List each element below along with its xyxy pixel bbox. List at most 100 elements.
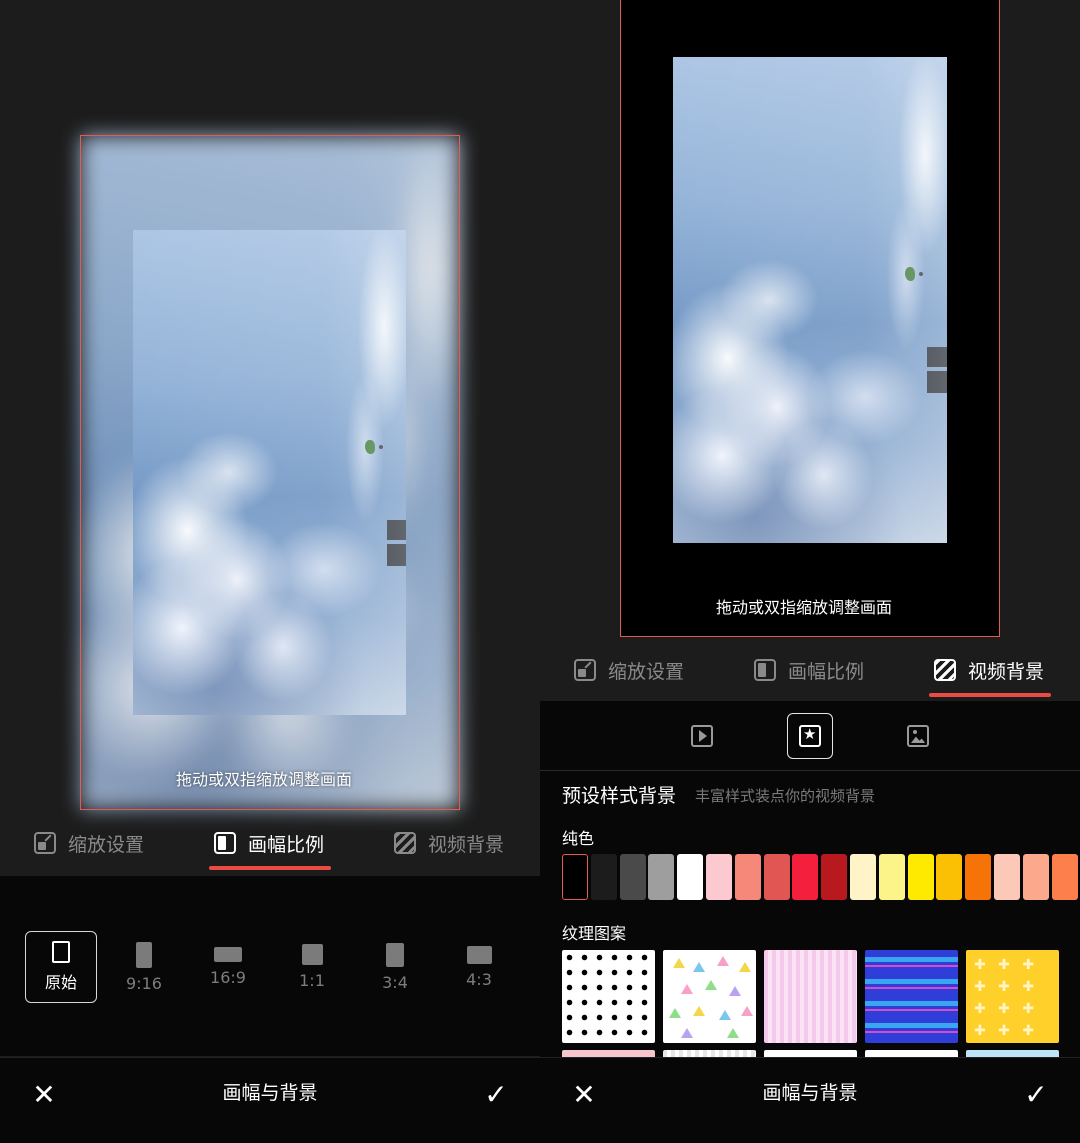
preset-title: 预设样式背景 — [562, 785, 677, 807]
ratio-label: 1:1 — [299, 971, 325, 990]
panel-title: 画幅与背景 — [222, 1082, 318, 1104]
triangle-shape — [741, 1006, 753, 1016]
color-swatch[interactable] — [734, 854, 761, 900]
color-swatch[interactable] — [590, 854, 617, 900]
texture-pink-stripes[interactable] — [764, 950, 857, 1043]
triangle-shape — [681, 984, 693, 994]
left-screen: 拖动或双指缩放调整画面 缩放设置 画幅比例 视频背景 原始 9:16 16:9 — [0, 0, 540, 1143]
ratio-option-3-4[interactable]: 3:4 — [359, 931, 431, 1003]
color-swatch[interactable] — [965, 854, 992, 900]
texture-blue-waves[interactable] — [865, 950, 958, 1043]
color-swatch[interactable] — [562, 854, 588, 900]
tab-video-background[interactable]: 视频背景 — [394, 818, 504, 868]
ratio-label: 3:4 — [382, 972, 408, 992]
background-pattern-icon — [934, 659, 956, 681]
video-frame-icon — [691, 725, 713, 747]
color-swatch[interactable] — [878, 854, 905, 900]
preset-style-button[interactable] — [787, 713, 833, 759]
color-swatch[interactable] — [706, 854, 732, 900]
scale-icon — [34, 832, 56, 854]
ratio-16-9-icon — [214, 947, 242, 962]
tab-label: 视频背景 — [968, 660, 1045, 683]
color-swatch[interactable] — [821, 854, 848, 900]
tab-label: 缩放设置 — [68, 833, 145, 856]
triangle-shape — [681, 1028, 693, 1038]
triangle-shape — [673, 958, 685, 968]
bird-image — [905, 267, 923, 281]
color-swatch[interactable] — [648, 854, 675, 900]
background-pattern-icon — [394, 832, 416, 854]
ratio-1-1-icon — [301, 944, 323, 965]
check-icon[interactable]: ✓ — [476, 1074, 516, 1114]
triangle-shape — [719, 1010, 731, 1020]
color-swatch[interactable] — [677, 854, 704, 900]
tab-label: 画幅比例 — [248, 833, 325, 856]
editor-tabs: 缩放设置 画幅比例 视频背景 — [0, 818, 540, 870]
tab-scale-settings[interactable]: 缩放设置 — [574, 645, 684, 695]
ratio-4-3-icon — [466, 945, 492, 964]
triangle-shape — [693, 962, 705, 972]
triangle-shape — [669, 1008, 681, 1018]
solid-color-swatches — [562, 854, 1080, 901]
ratio-label: 9:16 — [126, 973, 162, 993]
ratio-original-icon — [52, 941, 70, 963]
tab-aspect-ratio[interactable]: 画幅比例 — [754, 645, 864, 695]
check-icon[interactable]: ✓ — [1016, 1074, 1056, 1114]
bird-image — [365, 440, 383, 454]
ratio-option-9-16[interactable]: 9:16 — [108, 931, 180, 1003]
triangle-shape — [739, 962, 751, 972]
preset-subtitle: 丰富样式装点你的视频背景 — [695, 787, 876, 805]
ratio-option-16-9[interactable]: 16:9 — [192, 931, 264, 1003]
texture-yellow-crosses[interactable] — [966, 950, 1059, 1043]
ratio-label: 4:3 — [466, 969, 492, 989]
color-swatch[interactable] — [1051, 854, 1078, 900]
image-button[interactable] — [895, 713, 941, 759]
ratio-option-4-3[interactable]: 4:3 — [443, 931, 515, 1003]
ratio-option-1-1[interactable]: 1:1 — [276, 931, 348, 1003]
building-image — [387, 520, 406, 540]
ratio-label: 16:9 — [210, 968, 246, 987]
tab-aspect-ratio[interactable]: 画幅比例 — [214, 818, 324, 868]
preset-style-icon — [799, 725, 821, 747]
tab-label: 缩放设置 — [608, 660, 685, 683]
texture-label: 纹理图案 — [562, 924, 627, 943]
color-swatch[interactable] — [1022, 854, 1049, 900]
tab-scale-settings[interactable]: 缩放设置 — [34, 818, 144, 868]
video-frame-button[interactable] — [679, 713, 725, 759]
building-image — [927, 371, 947, 393]
ratio-label: 原始 — [44, 973, 77, 992]
building-image — [927, 347, 947, 367]
ratio-option-original[interactable]: 原始 — [25, 931, 97, 1003]
ratio-9-16-icon — [136, 941, 152, 968]
building-image — [387, 544, 406, 566]
bottom-bar: ✕ 画幅与背景 ✓ — [540, 1057, 1080, 1143]
color-swatch[interactable] — [907, 854, 934, 900]
aspect-ratio-icon — [214, 832, 236, 854]
background-source-row — [540, 701, 1080, 771]
video-preview[interactable] — [133, 230, 406, 715]
triangle-shape — [705, 980, 717, 990]
aspect-ratio-icon — [754, 659, 776, 681]
texture-patterns — [562, 950, 1080, 1060]
color-swatch[interactable] — [936, 854, 963, 900]
triangle-shape — [729, 986, 741, 996]
triangle-shape — [727, 1028, 739, 1038]
texture-triangles[interactable] — [663, 950, 756, 1043]
color-swatch[interactable] — [994, 854, 1020, 900]
image-icon — [907, 725, 929, 747]
color-swatch[interactable] — [850, 854, 876, 900]
tab-video-background[interactable]: 视频背景 — [934, 645, 1044, 695]
active-tab-indicator — [929, 693, 1051, 697]
triangle-shape — [693, 1006, 705, 1016]
video-preview[interactable] — [673, 57, 947, 543]
color-swatch[interactable] — [619, 854, 646, 900]
editor-tabs: 缩放设置 画幅比例 视频背景 — [540, 645, 1080, 697]
right-screen: 拖动或双指缩放调整画面 缩放设置 画幅比例 视频背景 预设样式 — [540, 0, 1080, 1143]
color-swatch[interactable] — [763, 854, 790, 900]
tab-label: 画幅比例 — [788, 660, 865, 683]
aspect-ratio-options: 原始 9:16 16:9 1:1 3:4 4:3 — [0, 876, 540, 1056]
texture-dots[interactable] — [562, 950, 655, 1043]
ratio-3-4-icon — [386, 942, 404, 967]
color-swatch[interactable] — [792, 854, 819, 900]
triangle-shape — [717, 956, 729, 966]
